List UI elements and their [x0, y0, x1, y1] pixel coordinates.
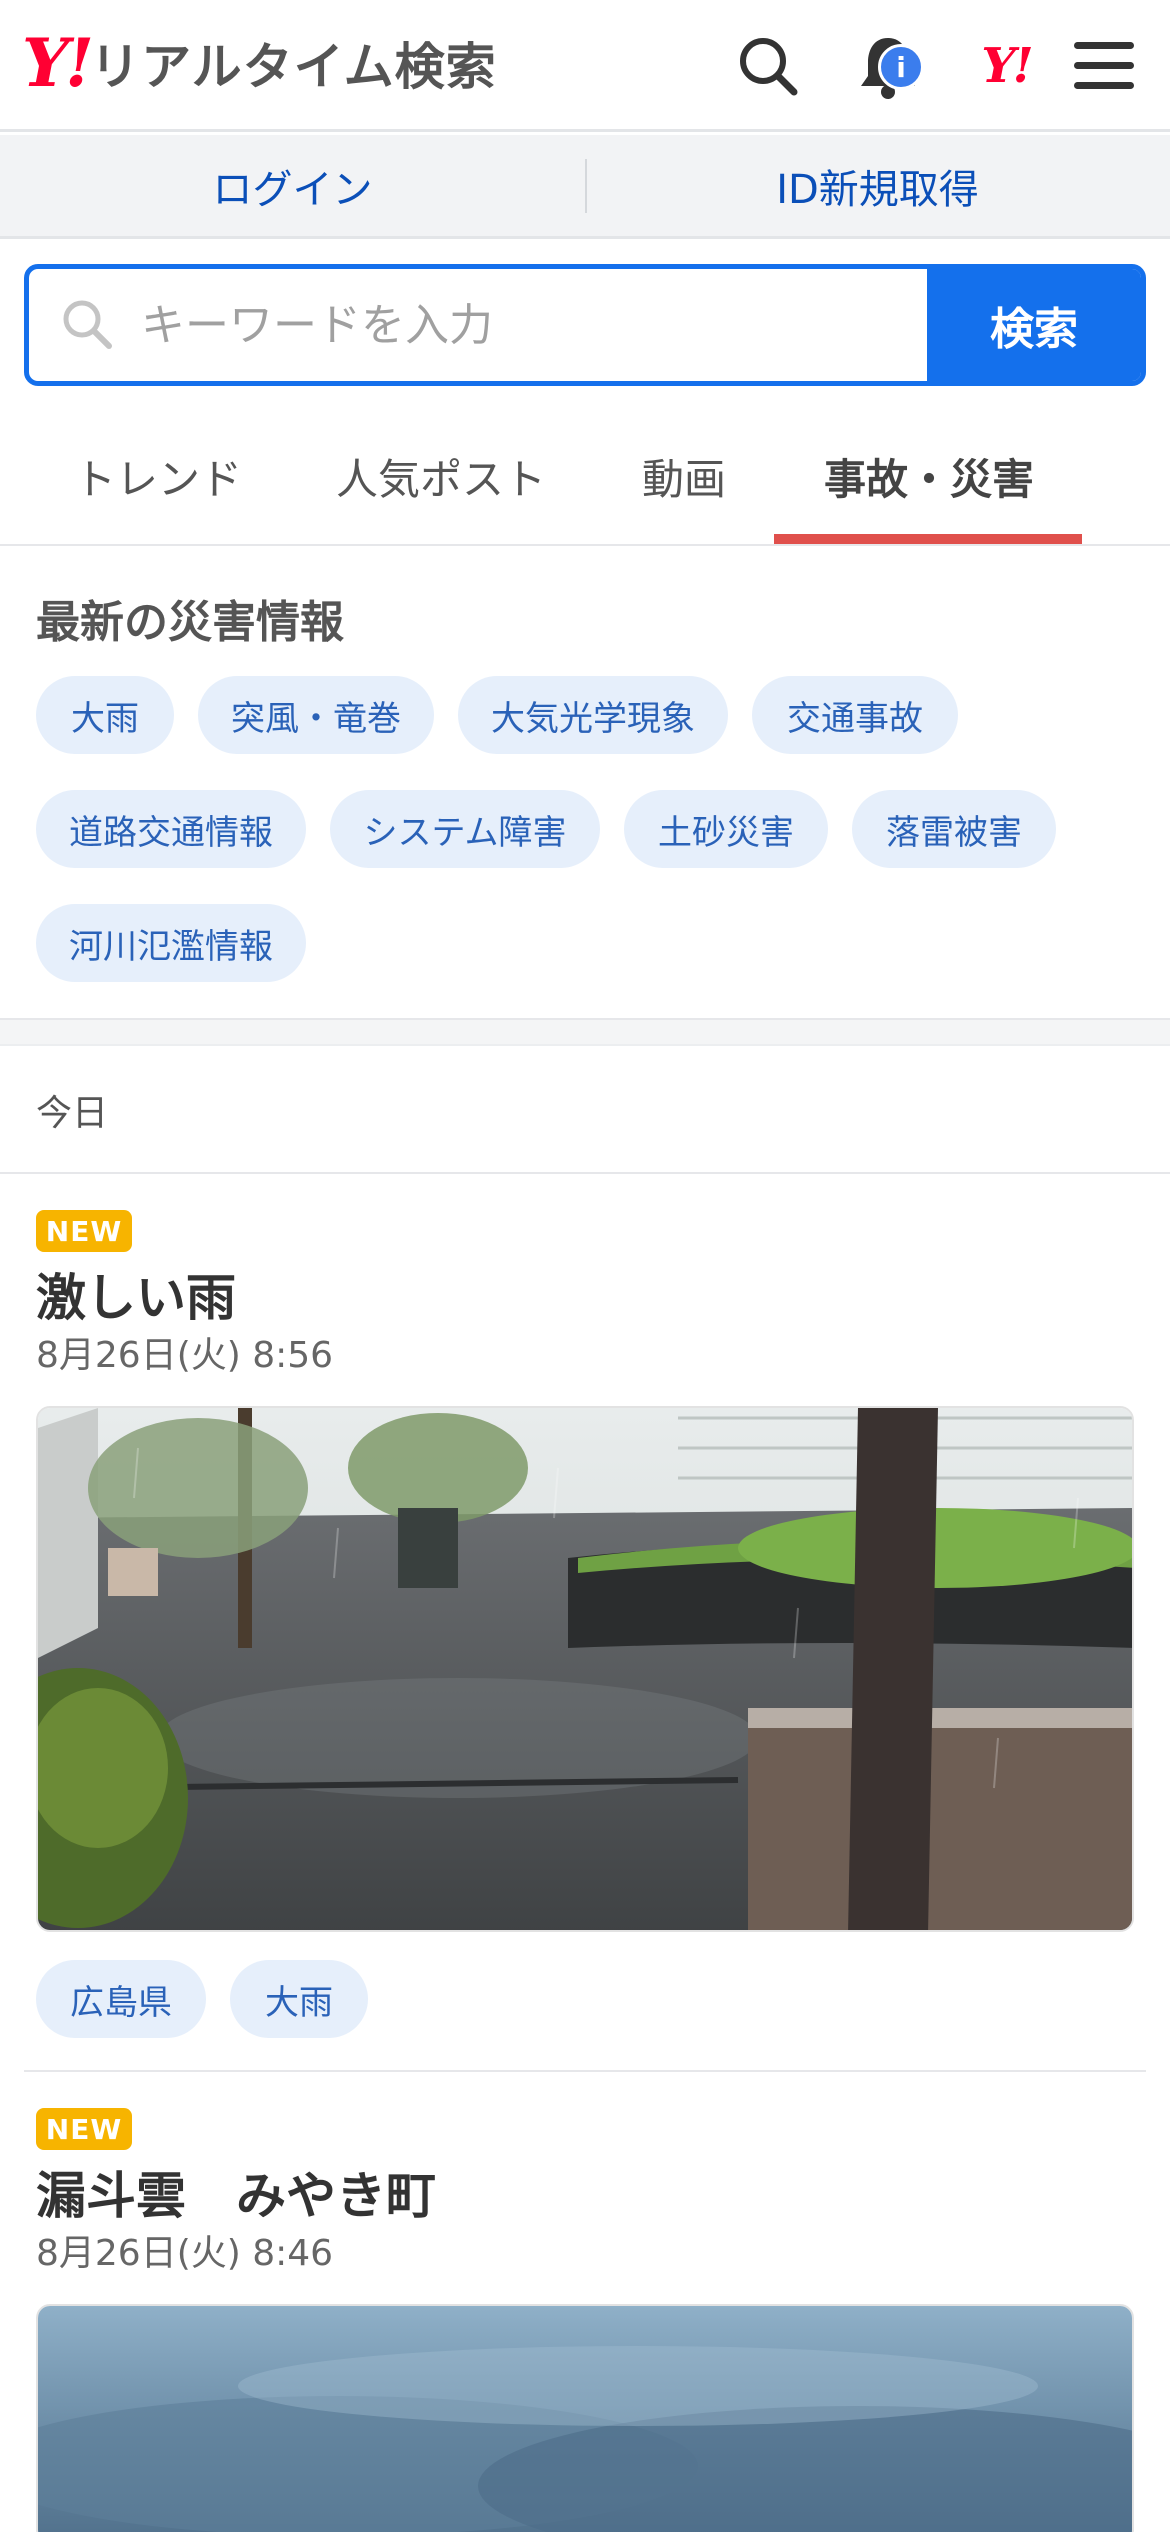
register-link[interactable]: ID新規取得: [585, 157, 1170, 215]
tab-accident-disaster[interactable]: 事故・災害: [824, 446, 1034, 507]
search-box: 検索: [24, 264, 1146, 386]
new-badge: NEW: [36, 1210, 132, 1252]
search-field-icon: [59, 296, 113, 354]
category-tabs: トレンド 人気ポスト 動画 事故・災害: [0, 410, 1170, 546]
chip-gust-tornado[interactable]: 突風・竜巻: [198, 676, 434, 754]
feed-date-label: 今日: [36, 1093, 109, 1134]
hamburger-menu-icon[interactable]: [1064, 26, 1144, 106]
post-photo-funnel-cloud[interactable]: [36, 2304, 1134, 2532]
yahoo-home-icon[interactable]: Y!: [966, 26, 1046, 106]
post-photo-rain[interactable]: [36, 1406, 1134, 1932]
tab-video[interactable]: 動画: [642, 446, 726, 507]
chip-optical-phenomena[interactable]: 大気光学現象: [458, 676, 728, 754]
chip-river-flood[interactable]: 河川氾濫情報: [36, 904, 306, 982]
tab-popular-posts[interactable]: 人気ポスト: [336, 446, 546, 507]
notification-badge: i: [878, 44, 924, 90]
search-button[interactable]: 検索: [927, 269, 1141, 381]
logo-text: リアルタイム検索: [90, 38, 497, 96]
yahoo-realtime-logo[interactable]: Y! リアルタイム検索: [22, 28, 497, 98]
chip-traffic-accident[interactable]: 交通事故: [752, 676, 958, 754]
post-timestamp: 8月26日(火) 8:46: [36, 2233, 334, 2274]
new-badge: NEW: [36, 2108, 132, 2150]
login-link[interactable]: ログイン: [0, 157, 585, 215]
chip-heavy-rain[interactable]: 大雨: [36, 676, 174, 754]
search-input[interactable]: [141, 299, 841, 351]
section-divider: [0, 1018, 1170, 1046]
active-tab-indicator: [774, 534, 1082, 544]
search-input-wrap[interactable]: [29, 269, 927, 381]
chip-landslide[interactable]: 土砂災害: [624, 790, 828, 868]
app-header: Y! リアルタイム検索 i Y!: [0, 0, 1170, 132]
chip-lightning[interactable]: 落雷被害: [852, 790, 1056, 868]
tab-trend[interactable]: トレンド: [74, 446, 242, 507]
search-icon[interactable]: [728, 26, 808, 106]
yahoo-logo-mark: Y!: [22, 24, 94, 102]
tag-heavy-rain[interactable]: 大雨: [230, 1960, 368, 2038]
notification-bell-icon[interactable]: i: [848, 26, 928, 106]
auth-bar: ログイン ID新規取得: [0, 135, 1170, 239]
post-title[interactable]: 激しい雨: [36, 1258, 236, 1330]
disaster-section-title: 最新の災害情報: [36, 597, 344, 648]
post-title[interactable]: 漏斗雲 みやき町: [36, 2156, 436, 2228]
post-timestamp: 8月26日(火) 8:56: [36, 1335, 334, 1376]
divider: [0, 1172, 1170, 1174]
chip-road-traffic[interactable]: 道路交通情報: [36, 790, 306, 868]
chip-system-failure[interactable]: システム障害: [330, 790, 600, 868]
tag-hiroshima[interactable]: 広島県: [36, 1960, 206, 2038]
divider: [24, 2070, 1146, 2072]
auth-separator: [585, 159, 587, 213]
